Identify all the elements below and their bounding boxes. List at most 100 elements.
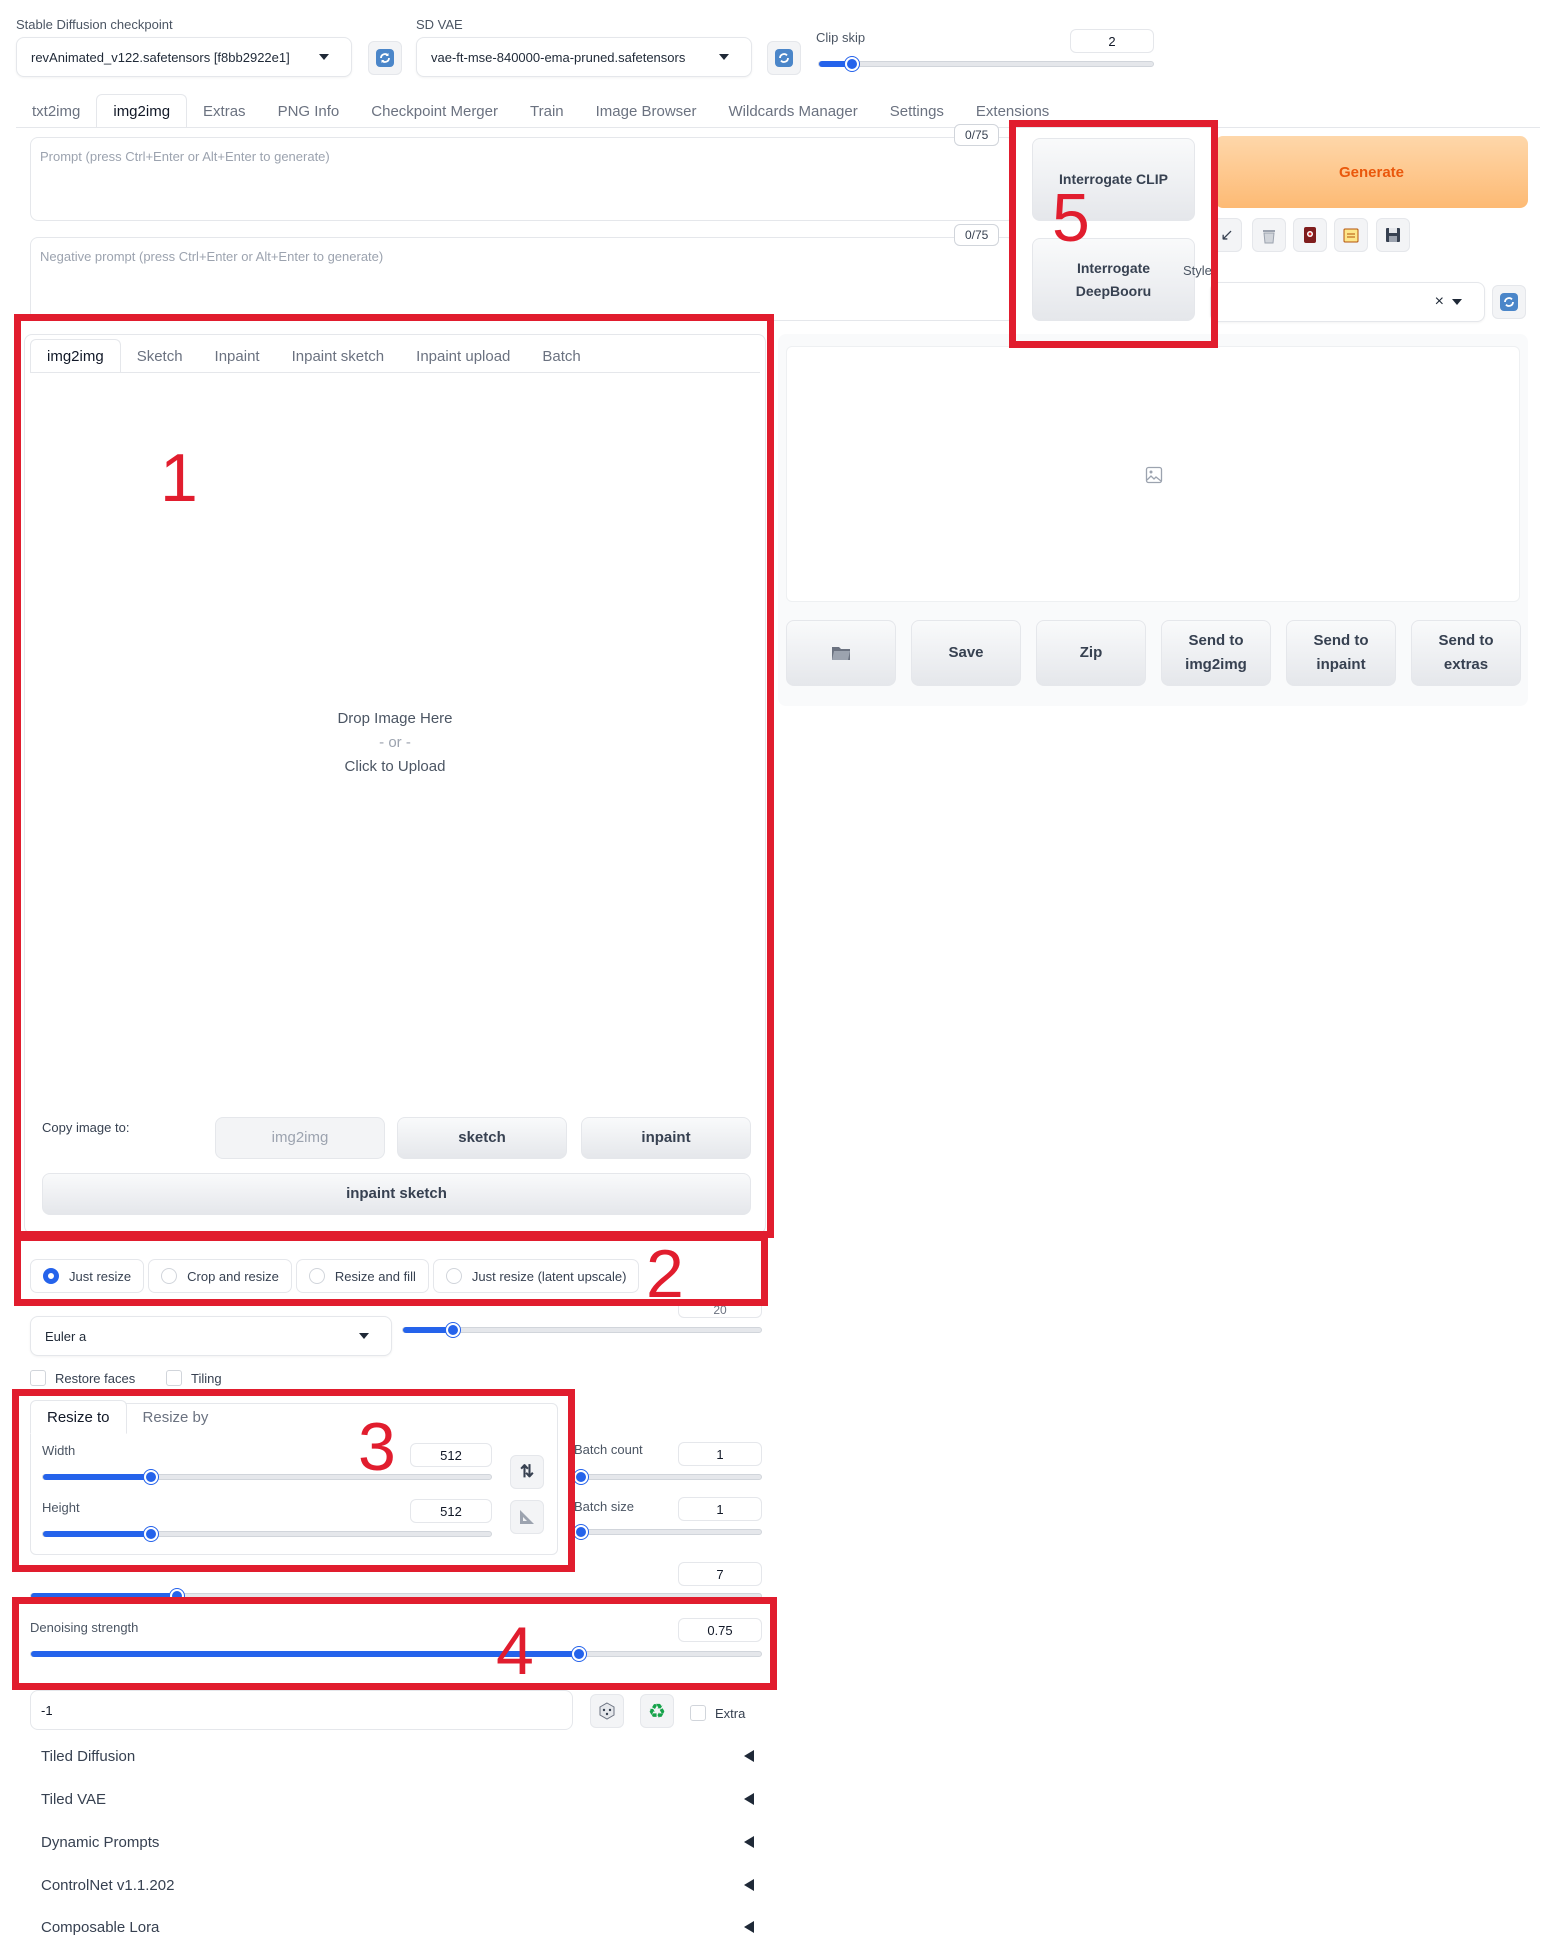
vae-dropdown[interactable]: vae-ft-mse-840000-ema-pruned.safetensors — [416, 37, 752, 77]
slider-thumb[interactable] — [574, 1470, 588, 1484]
arrow-down-left-icon: ↙ — [1220, 227, 1234, 244]
clipboard-icon — [1343, 228, 1359, 243]
refresh-icon — [775, 49, 793, 67]
card-icon — [1304, 227, 1316, 243]
restore-faces-checkbox[interactable]: Restore faces — [30, 1370, 135, 1386]
batch-count-slider[interactable] — [574, 1470, 762, 1484]
collapse-triangle-icon — [744, 1921, 754, 1933]
dice-icon — [599, 1702, 615, 1720]
reuse-seed-button[interactable]: ♻ — [640, 1694, 674, 1728]
accordion-dynamic-prompts[interactable]: Dynamic Prompts — [24, 1822, 764, 1862]
annotation-number-3: 3 — [358, 1409, 396, 1485]
prompt-placeholder: Prompt (press Ctrl+Enter or Alt+Enter to… — [40, 149, 330, 164]
tab-image-browser[interactable]: Image Browser — [580, 94, 713, 128]
slider-thumb[interactable] — [574, 1525, 588, 1539]
recycle-icon: ♻ — [648, 1700, 666, 1723]
accordion-label: Composable Lora — [41, 1918, 160, 1936]
accordion-tiled-diffusion[interactable]: Tiled Diffusion — [24, 1736, 764, 1776]
tab-txt2img[interactable]: txt2img — [16, 94, 96, 128]
save-button[interactable]: Save — [911, 620, 1021, 686]
send-to-inpaint-button[interactable]: Send to inpaint — [1286, 620, 1396, 686]
seed-input[interactable]: -1 — [30, 1690, 573, 1730]
send-to-img2img-button[interactable]: Send to img2img — [1161, 620, 1271, 686]
accordion-label: Tiled Diffusion — [41, 1747, 136, 1765]
clear-prompt-button[interactable] — [1252, 218, 1286, 252]
tab-extras[interactable]: Extras — [187, 94, 262, 128]
checkbox-box[interactable] — [690, 1705, 706, 1721]
prompt-token-counter: 0/75 — [954, 124, 1000, 146]
tab-img2img[interactable]: img2img — [96, 94, 188, 128]
batch-size-input[interactable]: 1 — [678, 1497, 762, 1521]
clear-styles-icon[interactable]: × — [1435, 293, 1444, 311]
open-folder-button[interactable] — [786, 620, 896, 686]
random-seed-button[interactable] — [590, 1694, 624, 1728]
chevron-down-icon — [719, 54, 729, 60]
annotation-box-5 — [1009, 120, 1218, 348]
extra-networks-button[interactable] — [1293, 218, 1327, 252]
accordion-tiled-vae[interactable]: Tiled VAE — [24, 1779, 764, 1819]
send-to-extras-button[interactable]: Send to extras — [1411, 620, 1521, 686]
sampling-method-dropdown[interactable]: Euler a — [30, 1316, 392, 1356]
batch-size-slider[interactable] — [574, 1525, 762, 1539]
generate-button[interactable]: Generate — [1215, 136, 1528, 208]
tiling-checkbox[interactable]: Tiling — [166, 1370, 222, 1386]
tab-train[interactable]: Train — [514, 94, 580, 128]
styles-dropdown[interactable]: × — [1210, 282, 1485, 322]
annotation-number-1: 1 — [160, 440, 198, 516]
refresh-icon — [1500, 293, 1518, 311]
accordion-controlnet-v1-1-202[interactable]: ControlNet v1.1.202 — [24, 1865, 764, 1905]
chevron-down-icon — [1452, 299, 1462, 305]
clip-skip-input[interactable]: 2 — [1070, 29, 1154, 53]
refresh-checkpoint-button[interactable] — [368, 41, 402, 75]
clip-skip-label: Clip skip — [816, 30, 866, 45]
image-placeholder-icon — [1145, 466, 1163, 484]
folder-icon — [832, 647, 850, 660]
negative-prompt-token-counter: 0/75 — [954, 224, 1000, 246]
annotation-box-4 — [12, 1597, 777, 1690]
clip-skip-slider[interactable] — [818, 57, 1154, 71]
accordion-composable-lora[interactable]: Composable Lora — [24, 1907, 764, 1941]
sampling-steps-slider[interactable] — [402, 1323, 762, 1337]
floppy-disk-icon — [1386, 228, 1400, 242]
vae-label: SD VAE — [416, 17, 463, 32]
annotation-box-3 — [12, 1389, 575, 1572]
zip-button[interactable]: Zip — [1036, 620, 1146, 686]
batch-count-input[interactable]: 1 — [678, 1442, 762, 1466]
tab-divider — [16, 127, 1540, 128]
vae-value: vae-ft-mse-840000-ema-pruned.safetensors — [431, 49, 686, 65]
checkpoint-label: Stable Diffusion checkpoint — [16, 17, 173, 32]
checkbox-box[interactable] — [30, 1370, 46, 1386]
save-style-button[interactable] — [1376, 218, 1410, 252]
annotation-number-4: 4 — [496, 1613, 534, 1689]
sampling-method-value: Euler a — [45, 1328, 87, 1344]
accordion-label: Tiled VAE — [41, 1790, 107, 1808]
collapse-triangle-icon — [744, 1750, 754, 1762]
tab-wildcards-manager[interactable]: Wildcards Manager — [713, 94, 874, 128]
chevron-down-icon — [359, 1333, 369, 1339]
main-tabs: txt2img img2img Extras PNG Info Checkpoint M… — [16, 94, 1065, 128]
negative-prompt-placeholder: Negative prompt (press Ctrl+Enter or Alt… — [40, 249, 384, 264]
accordion-label: Dynamic Prompts — [41, 1833, 160, 1851]
refresh-vae-button[interactable] — [767, 41, 801, 75]
slider-thumb[interactable] — [845, 57, 860, 71]
checkpoint-value: revAnimated_v122.safetensors [f8bb2922e1… — [31, 49, 290, 65]
apply-styles-button[interactable] — [1334, 218, 1368, 252]
refresh-icon — [376, 49, 394, 67]
tab-checkpoint-merger[interactable]: Checkpoint Merger — [355, 94, 514, 128]
trash-icon — [1263, 230, 1275, 244]
checkpoint-dropdown[interactable]: revAnimated_v122.safetensors [f8bb2922e1… — [16, 37, 352, 77]
annotation-number-2: 2 — [646, 1236, 684, 1312]
cfg-scale-input[interactable]: 7 — [678, 1562, 762, 1586]
annotation-number-5: 5 — [1052, 180, 1090, 256]
refresh-styles-button[interactable] — [1492, 285, 1526, 319]
collapse-triangle-icon — [744, 1836, 754, 1848]
collapse-triangle-icon — [744, 1793, 754, 1805]
tab-settings[interactable]: Settings — [874, 94, 960, 128]
accordion-label: ControlNet v1.1.202 — [41, 1876, 175, 1894]
chevron-down-icon — [319, 54, 329, 60]
annotation-box-1 — [14, 314, 774, 1238]
tab-png-info[interactable]: PNG Info — [262, 94, 356, 128]
slider-thumb[interactable] — [446, 1323, 461, 1337]
checkbox-box[interactable] — [166, 1370, 182, 1386]
extra-seed-checkbox[interactable]: Extra — [690, 1705, 745, 1721]
